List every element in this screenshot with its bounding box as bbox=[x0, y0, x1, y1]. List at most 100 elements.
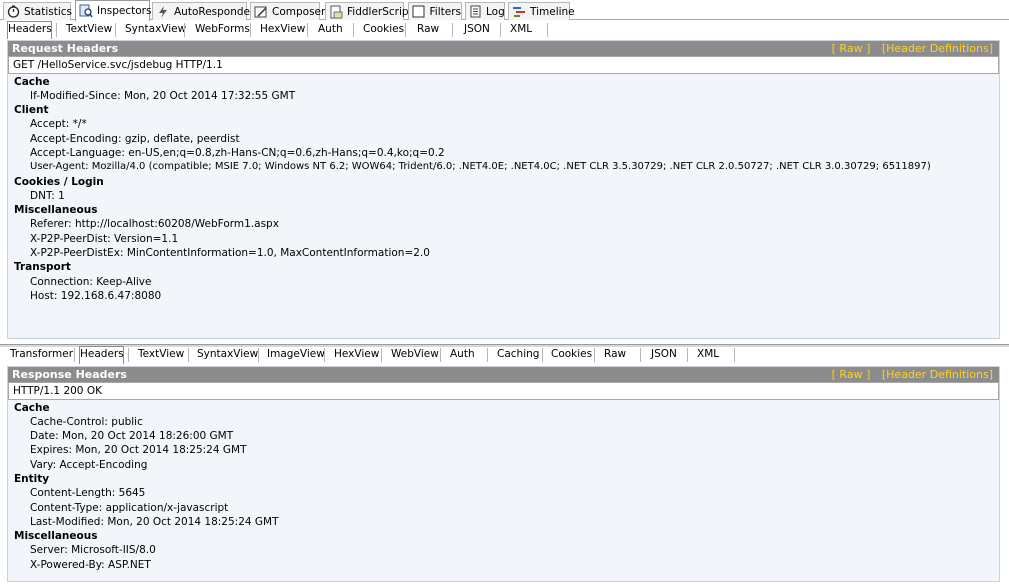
request-tab-json[interactable]: JSON bbox=[464, 22, 490, 38]
tab-label: WebView bbox=[391, 348, 439, 360]
tab-filters[interactable]: Filters bbox=[408, 2, 462, 20]
tab-composer[interactable]: Composer bbox=[250, 2, 325, 20]
header-item[interactable]: Server: Microsoft-IIS/8.0 bbox=[30, 544, 156, 556]
tab-label: Cookies bbox=[363, 23, 405, 35]
tab-log[interactable]: Log bbox=[465, 2, 505, 20]
request-tab-xml[interactable]: XML bbox=[510, 22, 532, 38]
tab-label: Raw bbox=[604, 348, 627, 360]
response-tab-transformer[interactable]: Transformer bbox=[10, 347, 73, 363]
tab-label: Statistics bbox=[24, 5, 72, 18]
tab-autoresponder[interactable]: AutoResponder bbox=[152, 2, 254, 20]
response-tab-syntaxview[interactable]: SyntaxView bbox=[197, 347, 258, 363]
header-item[interactable]: Content-Length: 5645 bbox=[30, 487, 145, 499]
tab-label: XML bbox=[697, 348, 720, 360]
header-item[interactable]: Accept-Encoding: gzip, deflate, peerdist bbox=[30, 133, 240, 145]
raw-link[interactable]: [ Raw ] bbox=[832, 42, 871, 55]
header-item[interactable]: Accept: */* bbox=[30, 118, 87, 130]
tab-label: HexView bbox=[260, 23, 306, 35]
script-icon bbox=[329, 5, 343, 19]
request-headers-panel: Request Headers [ Raw ] [Header Definiti… bbox=[7, 40, 1000, 339]
response-tab-webview[interactable]: WebView bbox=[391, 347, 439, 363]
response-tab-raw[interactable]: Raw bbox=[604, 347, 626, 363]
tab-label: Log bbox=[486, 5, 505, 18]
response-tab-caching[interactable]: Caching bbox=[497, 347, 539, 363]
tab-label: JSON bbox=[464, 23, 490, 35]
tab-label: Headers bbox=[8, 23, 52, 35]
request-tab-raw[interactable]: Raw bbox=[417, 22, 439, 38]
request-tab-headers[interactable]: Headers bbox=[7, 21, 52, 39]
tab-label: SyntaxView bbox=[125, 23, 187, 35]
header-definitions-link[interactable]: [Header Definitions] bbox=[882, 368, 993, 381]
tab-label: SyntaxView bbox=[197, 348, 259, 360]
raw-link[interactable]: [ Raw ] bbox=[832, 368, 871, 381]
response-headers-title: Response Headers [ Raw ] [Header Definit… bbox=[8, 367, 999, 382]
request-line[interactable]: GET /HelloService.svc/jsdebug HTTP/1.1 bbox=[8, 56, 999, 74]
tab-statistics[interactable]: Statistics bbox=[3, 2, 72, 20]
request-tab-webforms[interactable]: WebForms bbox=[195, 22, 250, 38]
header-item[interactable]: Accept-Language: en-US,en;q=0.8,zh-Hans-… bbox=[30, 147, 445, 159]
tab-label: AutoResponder bbox=[174, 5, 255, 18]
header-item[interactable]: X-P2P-PeerDist: Version=1.1 bbox=[30, 233, 178, 245]
header-item[interactable]: Connection: Keep-Alive bbox=[30, 276, 151, 288]
tab-label: Headers bbox=[80, 348, 124, 360]
header-item[interactable]: Last-Modified: Mon, 20 Oct 2014 18:25:24… bbox=[30, 516, 279, 528]
header-group-transport[interactable]: Transport bbox=[14, 261, 71, 273]
panel-title-text: Response Headers bbox=[12, 368, 127, 381]
request-tab-hexview[interactable]: HexView bbox=[260, 22, 305, 38]
tab-label: Transformer bbox=[10, 348, 74, 360]
header-group-cache[interactable]: Cache bbox=[14, 402, 50, 414]
header-group-entity[interactable]: Entity bbox=[14, 473, 49, 485]
tab-label: Composer bbox=[272, 5, 326, 18]
tab-label: Auth bbox=[318, 23, 343, 35]
header-group-cookies-login[interactable]: Cookies / Login bbox=[14, 176, 104, 188]
tab-label: Timeline bbox=[530, 5, 575, 18]
tab-label: HexView bbox=[334, 348, 380, 360]
header-group-miscellaneous[interactable]: Miscellaneous bbox=[14, 204, 97, 216]
tab-inspectors[interactable]: Inspectors bbox=[75, 0, 152, 21]
response-tab-xml[interactable]: XML bbox=[697, 347, 719, 363]
timeline-icon bbox=[512, 5, 526, 19]
checkbox-icon bbox=[412, 5, 426, 19]
request-tab-textview[interactable]: TextView bbox=[66, 22, 112, 38]
tab-timeline[interactable]: Timeline bbox=[508, 2, 575, 20]
tab-label: XML bbox=[510, 23, 533, 35]
header-item[interactable]: DNT: 1 bbox=[30, 190, 65, 202]
log-icon bbox=[469, 5, 482, 19]
header-item[interactable]: User-Agent: Mozilla/4.0 (compatible; MSI… bbox=[30, 161, 931, 172]
tab-label: TextView bbox=[138, 348, 185, 360]
header-item[interactable]: X-P2P-PeerDistEx: MinContentInformation=… bbox=[30, 247, 430, 259]
header-group-miscellaneous[interactable]: Miscellaneous bbox=[14, 530, 97, 542]
request-tab-syntaxview[interactable]: SyntaxView bbox=[125, 22, 186, 38]
header-group-cache[interactable]: Cache bbox=[14, 76, 50, 88]
header-item[interactable]: Expires: Mon, 20 Oct 2014 18:25:24 GMT bbox=[30, 444, 247, 456]
tab-label: JSON bbox=[651, 348, 677, 360]
response-tab-cookies[interactable]: Cookies bbox=[551, 347, 592, 363]
stopwatch-icon bbox=[7, 5, 20, 19]
response-tab-headers[interactable]: Headers bbox=[79, 346, 124, 364]
response-tab-auth[interactable]: Auth bbox=[450, 347, 475, 363]
tab-label: Raw bbox=[417, 23, 440, 35]
header-item[interactable]: Vary: Accept-Encoding bbox=[30, 459, 147, 471]
tab-fiddlerscript[interactable]: FiddlerScript bbox=[325, 2, 413, 20]
tab-label: WebForms bbox=[195, 23, 250, 35]
response-tab-json[interactable]: JSON bbox=[651, 347, 677, 363]
tab-label: Inspectors bbox=[97, 5, 152, 17]
header-item[interactable]: Host: 192.168.6.47:8080 bbox=[30, 290, 161, 302]
header-group-client[interactable]: Client bbox=[14, 104, 49, 116]
response-tab-hexview[interactable]: HexView bbox=[334, 347, 379, 363]
header-item[interactable]: Referer: http://localhost:60208/WebForm1… bbox=[30, 218, 279, 230]
header-definitions-link[interactable]: [Header Definitions] bbox=[882, 42, 993, 55]
request-tab-auth[interactable]: Auth bbox=[318, 22, 343, 38]
header-item[interactable]: Cache-Control: public bbox=[30, 416, 143, 428]
request-headers-title: Request Headers [ Raw ] [Header Definiti… bbox=[8, 41, 999, 56]
request-tab-cookies[interactable]: Cookies bbox=[363, 22, 404, 38]
tab-label: Filters bbox=[429, 5, 461, 18]
header-item[interactable]: Date: Mon, 20 Oct 2014 18:26:00 GMT bbox=[30, 430, 233, 442]
tab-label: Auth bbox=[450, 348, 475, 360]
response-tab-imageview[interactable]: ImageView bbox=[267, 347, 325, 363]
response-tab-textview[interactable]: TextView bbox=[138, 347, 184, 363]
header-item[interactable]: X-Powered-By: ASP.NET bbox=[30, 559, 151, 571]
status-line[interactable]: HTTP/1.1 200 OK bbox=[8, 382, 999, 400]
header-item[interactable]: If-Modified-Since: Mon, 20 Oct 2014 17:3… bbox=[30, 90, 295, 102]
header-item[interactable]: Content-Type: application/x-javascript bbox=[30, 502, 228, 514]
